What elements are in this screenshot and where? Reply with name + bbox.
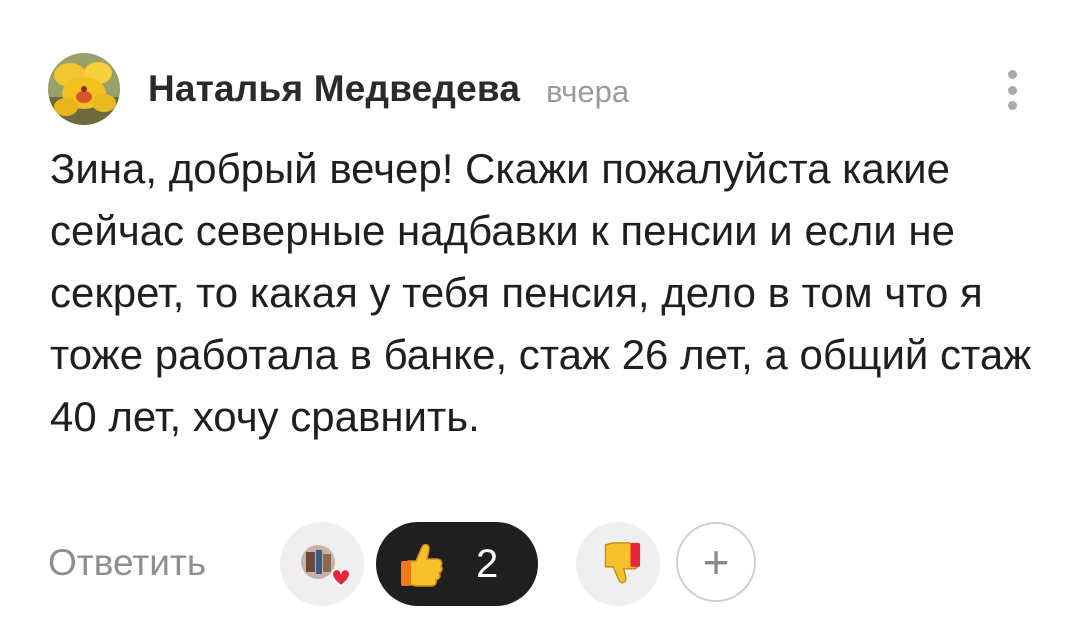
add-reaction-button[interactable]: + xyxy=(676,522,756,602)
author-avatar[interactable] xyxy=(48,53,120,125)
reactors-button[interactable] xyxy=(280,522,364,606)
orchid-avatar-image xyxy=(48,53,120,125)
comment-header: Наталья Медведева вчера xyxy=(48,52,629,126)
comment-card: Наталья Медведева вчера Зина, добрый веч… xyxy=(0,0,1084,643)
thumbs-up-emoji-icon xyxy=(401,543,443,587)
reply-button[interactable]: Ответить xyxy=(48,542,206,584)
menu-dot xyxy=(1007,85,1017,95)
author-name[interactable]: Наталья Медведева xyxy=(148,68,520,110)
dislike-button[interactable] xyxy=(576,522,660,606)
more-options-icon[interactable] xyxy=(994,66,1030,114)
menu-dot xyxy=(1007,101,1017,110)
comment-time: вчера xyxy=(546,74,630,109)
like-button[interactable]: 2 xyxy=(376,522,538,606)
like-count: 2 xyxy=(476,541,499,586)
reactor-avatar-with-heart-icon xyxy=(301,545,352,588)
menu-dot xyxy=(1007,70,1017,79)
comment-text: Зина, добрый вечер! Скажи пожалуйста как… xyxy=(50,145,1032,440)
thumbs-down-emoji-icon xyxy=(604,542,641,584)
comment-actions: Ответить 2 + xyxy=(48,520,1048,606)
